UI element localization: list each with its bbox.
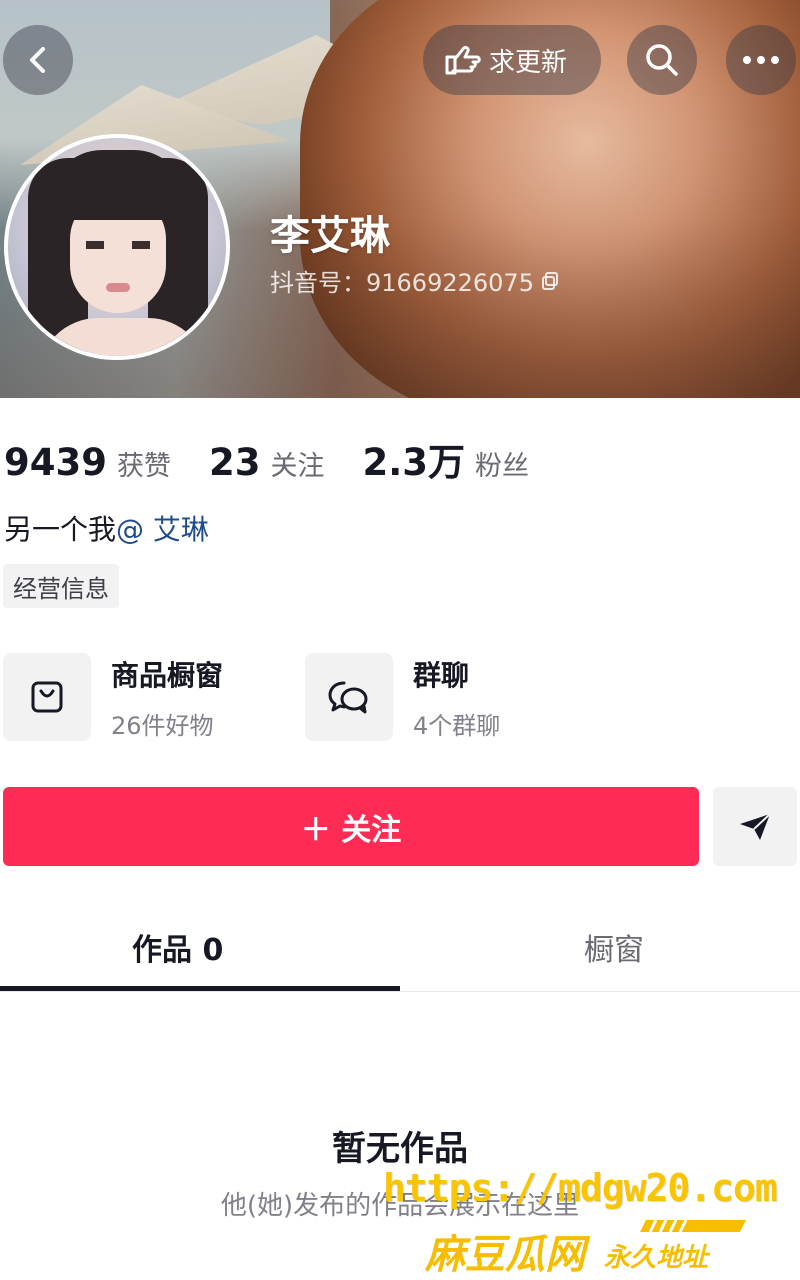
chevron-left-icon <box>30 47 45 73</box>
profile-stats: 9439 获赞 23 关注 2.3万 粉丝 <box>4 432 567 486</box>
douyin-id-text: 抖音号：91669226075 <box>270 269 534 297</box>
profile-name: 李艾琳 <box>270 213 390 259</box>
stat-following[interactable]: 23 关注 <box>209 441 325 484</box>
group-chat-icon-box <box>305 653 393 741</box>
search-button[interactable] <box>627 25 697 95</box>
send-message-button[interactable] <box>713 787 797 866</box>
chat-bubbles-icon <box>328 681 368 714</box>
bio-mention-link[interactable]: @ 艾琳 <box>116 513 209 546</box>
business-info-tag[interactable]: 经营信息 <box>3 564 119 608</box>
product-showcase-title: 商品橱窗 <box>111 658 224 692</box>
request-update-label: 求更新 <box>489 47 568 78</box>
stat-label: 关注 <box>270 451 325 482</box>
watermark-tagline: 永久地址 <box>604 1243 709 1273</box>
stat-label: 获赞 <box>116 451 171 482</box>
stat-number: 23 <box>208 441 261 484</box>
product-showcase-entry[interactable]: 商品橱窗 26件好物 <box>3 653 223 741</box>
group-chat-title: 群聊 <box>413 658 470 692</box>
watermark-site-name: 麻豆瓜网 <box>425 1232 585 1278</box>
douyin-id[interactable]: 抖音号：91669226075 <box>270 263 558 298</box>
hand-pointer-icon <box>445 46 481 75</box>
bio: 另一个我@ 艾琳 <box>4 508 209 548</box>
copy-icon[interactable] <box>541 271 558 290</box>
send-icon <box>740 812 771 840</box>
follow-button[interactable]: ＋ 关注 <box>3 787 699 866</box>
shopping-bag-icon <box>31 681 63 713</box>
watermark-stripes <box>640 1219 746 1233</box>
stat-followers[interactable]: 2.3万 粉丝 <box>362 432 529 486</box>
stat-likes[interactable]: 9439 获赞 <box>4 441 171 484</box>
avatar[interactable] <box>4 134 230 360</box>
group-chat-entry[interactable]: 群聊 4个群聊 <box>305 653 500 741</box>
back-button[interactable] <box>3 25 73 95</box>
tab-works[interactable]: 作品 0 <box>132 925 223 969</box>
more-dots-icon <box>743 56 779 64</box>
stat-number: 2.3万 <box>362 441 466 484</box>
active-tab-indicator <box>0 986 400 991</box>
search-icon <box>646 44 678 76</box>
stat-label: 粉丝 <box>475 451 530 482</box>
bio-text: 另一个我 <box>4 513 117 546</box>
request-update-button[interactable]: 求更新 <box>423 25 601 95</box>
empty-state-title: 暂无作品 <box>332 1129 468 1169</box>
watermark-url: https://mdgw20.com <box>383 1166 778 1210</box>
tab-showcase[interactable]: 橱窗 <box>584 925 644 969</box>
profile-tabs: 作品 0 橱窗 <box>0 905 800 992</box>
product-showcase-count: 26件好物 <box>111 711 214 740</box>
more-button[interactable] <box>726 25 796 95</box>
group-chat-count: 4个群聊 <box>413 711 501 740</box>
product-showcase-icon-box <box>3 653 91 741</box>
stat-number: 9439 <box>4 441 107 484</box>
